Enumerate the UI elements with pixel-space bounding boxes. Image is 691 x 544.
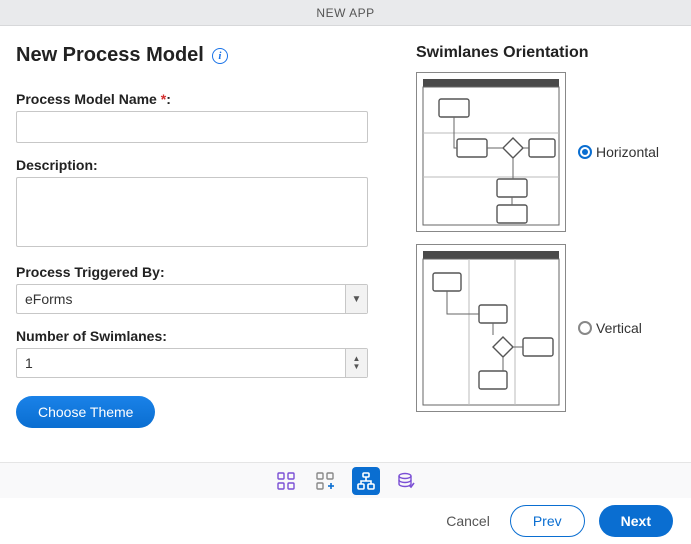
- choose-theme-button[interactable]: Choose Theme: [16, 396, 155, 428]
- name-label: Process Model Name *:: [16, 91, 386, 107]
- swimlanes-stepper[interactable]: 1 ▲ ▼: [16, 348, 368, 378]
- step-model-icon[interactable]: [352, 467, 380, 495]
- radio-horizontal-label: Horizontal: [596, 144, 659, 160]
- description-label: Description:: [16, 157, 386, 173]
- stepper-buttons[interactable]: ▲ ▼: [345, 349, 367, 377]
- step-add-icon[interactable]: [312, 467, 340, 495]
- radio-vertical-label: Vertical: [596, 320, 642, 336]
- chevron-down-icon[interactable]: ▼: [345, 285, 367, 313]
- info-icon[interactable]: i: [212, 48, 228, 64]
- trigger-label: Process Triggered By:: [16, 264, 386, 280]
- radio-vertical[interactable]: Vertical: [578, 320, 642, 336]
- footer-actions: Cancel Prev Next: [0, 498, 691, 544]
- header-title: NEW APP: [316, 6, 374, 20]
- next-button[interactable]: Next: [599, 505, 673, 537]
- trigger-select[interactable]: eForms ▼: [16, 284, 368, 314]
- wizard-stepper: [0, 462, 691, 498]
- step-data-icon[interactable]: [392, 467, 420, 495]
- description-input[interactable]: [16, 177, 368, 247]
- radio-horizontal[interactable]: Horizontal: [578, 144, 659, 160]
- page-title-text: New Process Model: [16, 44, 204, 67]
- swimlanes-label: Number of Swimlanes:: [16, 328, 386, 344]
- vertical-preview[interactable]: [416, 244, 566, 412]
- radio-dot-icon: [578, 145, 592, 159]
- cancel-button[interactable]: Cancel: [440, 512, 496, 530]
- prev-button[interactable]: Prev: [510, 505, 585, 537]
- orientation-title: Swimlanes Orientation: [416, 44, 675, 62]
- radio-dot-icon: [578, 321, 592, 335]
- window-header: NEW APP: [0, 0, 691, 26]
- trigger-value: eForms: [17, 285, 345, 313]
- stepper-down-icon[interactable]: ▼: [353, 363, 361, 371]
- step-apps-icon[interactable]: [272, 467, 300, 495]
- name-input[interactable]: [16, 111, 368, 143]
- horizontal-preview[interactable]: [416, 72, 566, 232]
- swimlanes-value: 1: [17, 349, 345, 377]
- page-title: New Process Model i: [16, 44, 386, 67]
